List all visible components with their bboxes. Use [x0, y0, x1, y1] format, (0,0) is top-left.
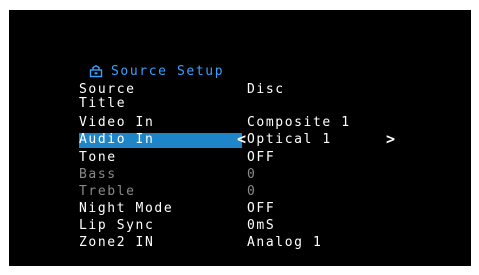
- menu-row-zone2-in[interactable]: Zone2 IN Analog 1: [9, 236, 471, 250]
- menu-row-bass: Bass 0: [9, 168, 471, 182]
- row-label: Video In: [79, 115, 155, 130]
- menu-row-tone[interactable]: Tone OFF: [9, 151, 471, 165]
- menu-row-video-in[interactable]: Video In Composite 1: [9, 116, 471, 130]
- source-setup-icon: [89, 64, 103, 78]
- row-value: 0: [247, 167, 257, 182]
- row-label: Title: [79, 96, 127, 111]
- menu-row-lip-sync[interactable]: Lip Sync 0mS: [9, 219, 471, 233]
- chevron-right-icon[interactable]: >: [386, 132, 397, 147]
- row-value: Analog 1: [247, 235, 323, 250]
- menu-row-title[interactable]: Title: [9, 97, 471, 111]
- menu-row-treble: Treble 0: [9, 185, 471, 199]
- row-label: Source: [79, 82, 136, 97]
- menu-row-night-mode[interactable]: Night Mode OFF: [9, 202, 471, 216]
- row-value: Optical 1: [247, 132, 332, 147]
- menu-row-audio-in[interactable]: Audio In < Optical 1 >: [9, 132, 471, 148]
- row-label: Audio In: [79, 132, 155, 147]
- osd-screen: Source Setup Source Disc Title Video In …: [9, 10, 471, 266]
- row-value: OFF: [247, 150, 276, 165]
- row-label: Zone2 IN: [79, 235, 155, 250]
- row-value: OFF: [247, 201, 276, 216]
- row-value: 0: [247, 184, 257, 199]
- row-value: 0mS: [247, 218, 276, 233]
- menu-header: Source Setup: [89, 63, 224, 79]
- row-label: Treble: [79, 184, 136, 199]
- row-label: Bass: [79, 167, 117, 182]
- row-label: Tone: [79, 150, 117, 165]
- row-label: Night Mode: [79, 201, 174, 216]
- row-value: Disc: [247, 82, 285, 97]
- menu-row-source[interactable]: Source Disc: [9, 83, 471, 97]
- row-label: Lip Sync: [79, 218, 155, 233]
- row-value: Composite 1: [247, 115, 351, 130]
- menu-title: Source Setup: [111, 63, 225, 79]
